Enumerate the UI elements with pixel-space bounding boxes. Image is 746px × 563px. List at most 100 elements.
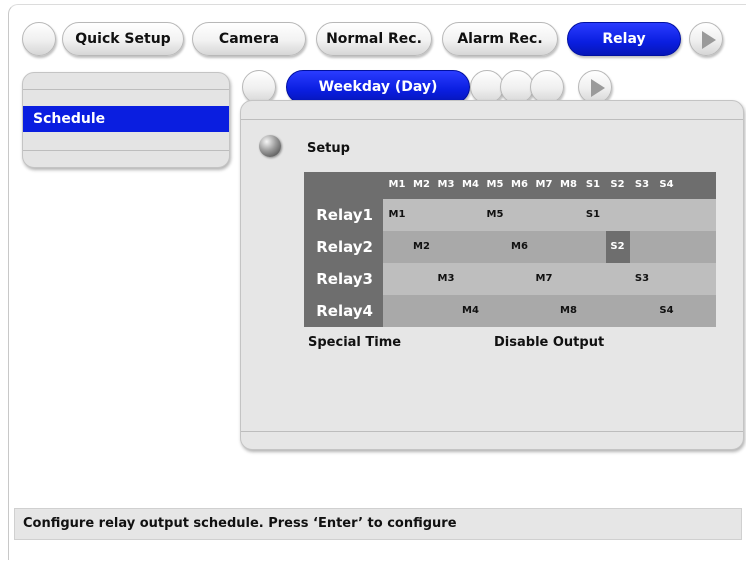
tab-next-arrow-icon[interactable]: [689, 22, 723, 56]
status-text: Configure relay output schedule. Press ‘…: [23, 516, 457, 531]
relay-row-label-text: Relay4: [316, 302, 373, 320]
schedule-cell[interactable]: [508, 263, 532, 295]
subtab-empty-3[interactable]: [530, 70, 564, 104]
schedule-cell[interactable]: [630, 295, 654, 327]
column-header: M2: [413, 179, 430, 190]
column-header: M5: [486, 179, 504, 190]
schedule-cell[interactable]: [557, 231, 581, 263]
column-header: S2: [610, 179, 625, 190]
schedule-cell[interactable]: M6: [508, 231, 532, 263]
schedule-cell[interactable]: [655, 199, 679, 231]
subtab-empty-1[interactable]: [470, 70, 504, 104]
relay-row-label-text: Relay3: [316, 270, 373, 288]
legend-special-time: Special Time: [308, 335, 402, 350]
schedule-cell[interactable]: [532, 199, 556, 231]
schedule-cell[interactable]: [385, 263, 409, 295]
relay-row[interactable]: M1 M5 S1: [383, 199, 716, 231]
schedule-cell[interactable]: [459, 199, 483, 231]
panel-divider: [241, 431, 743, 432]
relay-row-label: Relay3: [304, 263, 383, 295]
setup-bullet-icon: [259, 135, 281, 157]
schedule-cell[interactable]: M1: [385, 199, 409, 231]
tab-quick-setup[interactable]: Quick Setup: [62, 22, 184, 56]
subtab-bar-left-cap: [242, 70, 276, 104]
schedule-cell[interactable]: [410, 199, 434, 231]
sidebar: Schedule: [22, 72, 230, 168]
schedule-cell[interactable]: [606, 263, 630, 295]
schedule-cell[interactable]: [508, 295, 532, 327]
subtab-next-arrow-icon[interactable]: [578, 70, 612, 104]
tab-relay[interactable]: Relay: [567, 22, 681, 56]
sidebar-item-schedule-label: Schedule: [33, 111, 106, 127]
tab-relay-label: Relay: [602, 31, 646, 47]
schedule-cell[interactable]: [459, 263, 483, 295]
column-header: S3: [634, 179, 650, 190]
column-header: M3: [437, 179, 455, 190]
column-header: M6: [511, 179, 528, 190]
schedule-cell[interactable]: M3: [434, 263, 458, 295]
sidebar-item-schedule[interactable]: Schedule: [23, 106, 229, 132]
schedule-cell[interactable]: [434, 199, 458, 231]
schedule-cell[interactable]: M5: [483, 199, 507, 231]
schedule-cell[interactable]: [532, 231, 556, 263]
tab-bar-left-cap: [22, 22, 56, 56]
sidebar-divider: [23, 89, 229, 90]
schedule-cell[interactable]: [459, 231, 483, 263]
schedule-cell[interactable]: [581, 263, 605, 295]
schedule-cell[interactable]: [434, 295, 458, 327]
schedule-cell[interactable]: [434, 231, 458, 263]
relay-row-label: Relay4: [304, 295, 383, 327]
schedule-cell[interactable]: S3: [630, 263, 654, 295]
schedule-cell[interactable]: [606, 295, 630, 327]
relay-row[interactable]: M4 M8 S4: [383, 295, 716, 327]
schedule-cell[interactable]: [483, 263, 507, 295]
grid-header-row: M1 M2 M3 M4 M5 M6 M7 M8 S1 S2 S3 S4: [304, 172, 716, 199]
schedule-cell[interactable]: [483, 231, 507, 263]
schedule-cell[interactable]: [606, 199, 630, 231]
schedule-cell[interactable]: [581, 231, 605, 263]
schedule-cell[interactable]: [557, 263, 581, 295]
schedule-cell[interactable]: [655, 263, 679, 295]
relay-row-label: Relay1: [304, 199, 383, 231]
schedule-cell[interactable]: [410, 295, 434, 327]
schedule-cell[interactable]: M4: [459, 295, 483, 327]
tab-quick-setup-label: Quick Setup: [75, 31, 171, 47]
schedule-cell[interactable]: S4: [655, 295, 679, 327]
subtab-empty-2[interactable]: [500, 70, 534, 104]
schedule-cell[interactable]: M2: [410, 231, 434, 263]
schedule-cell[interactable]: M8: [557, 295, 581, 327]
schedule-cell[interactable]: [410, 263, 434, 295]
schedule-cell[interactable]: [557, 199, 581, 231]
tab-camera[interactable]: Camera: [192, 22, 306, 56]
tab-alarm-rec[interactable]: Alarm Rec.: [442, 22, 558, 56]
schedule-cell[interactable]: [385, 231, 409, 263]
relay-row[interactable]: M3 M7 S3: [383, 263, 716, 295]
schedule-cell[interactable]: [508, 199, 532, 231]
schedule-cell[interactable]: S1: [581, 199, 605, 231]
schedule-cell[interactable]: [483, 295, 507, 327]
schedule-cell[interactable]: M7: [532, 263, 556, 295]
tab-camera-label: Camera: [218, 31, 280, 47]
column-header: M4: [462, 179, 479, 190]
schedule-cell[interactable]: S2: [605, 231, 630, 263]
schedule-cell[interactable]: [385, 295, 409, 327]
legend-disable-output: Disable Output: [494, 335, 605, 350]
column-header: S4: [659, 179, 674, 190]
column-header: M1: [388, 179, 406, 190]
relay-row-label: Relay2: [304, 231, 383, 263]
tab-normal-rec[interactable]: Normal Rec.: [316, 22, 432, 56]
schedule-cell[interactable]: [581, 295, 605, 327]
schedule-cell[interactable]: [532, 295, 556, 327]
relay-row[interactable]: M2 M6 S2: [383, 231, 716, 263]
column-header: S1: [585, 179, 601, 190]
schedule-cell[interactable]: [655, 231, 679, 263]
subtab-weekday-day[interactable]: Weekday (Day): [286, 70, 470, 104]
relay-row-label-text: Relay1: [316, 206, 373, 224]
panel-divider: [241, 119, 743, 120]
schedule-cell[interactable]: [630, 199, 654, 231]
relay-row-label-text: Relay2: [316, 238, 373, 256]
tab-alarm-rec-label: Alarm Rec.: [457, 31, 543, 47]
schedule-cell[interactable]: [630, 231, 654, 263]
sidebar-divider: [23, 150, 229, 151]
relay-schedule-grid: M1 M2 M3 M4 M5 M6 M7 M8 S1 S2 S3 S4 Relay1 M1 M5 S1 Rel…: [304, 172, 716, 328]
